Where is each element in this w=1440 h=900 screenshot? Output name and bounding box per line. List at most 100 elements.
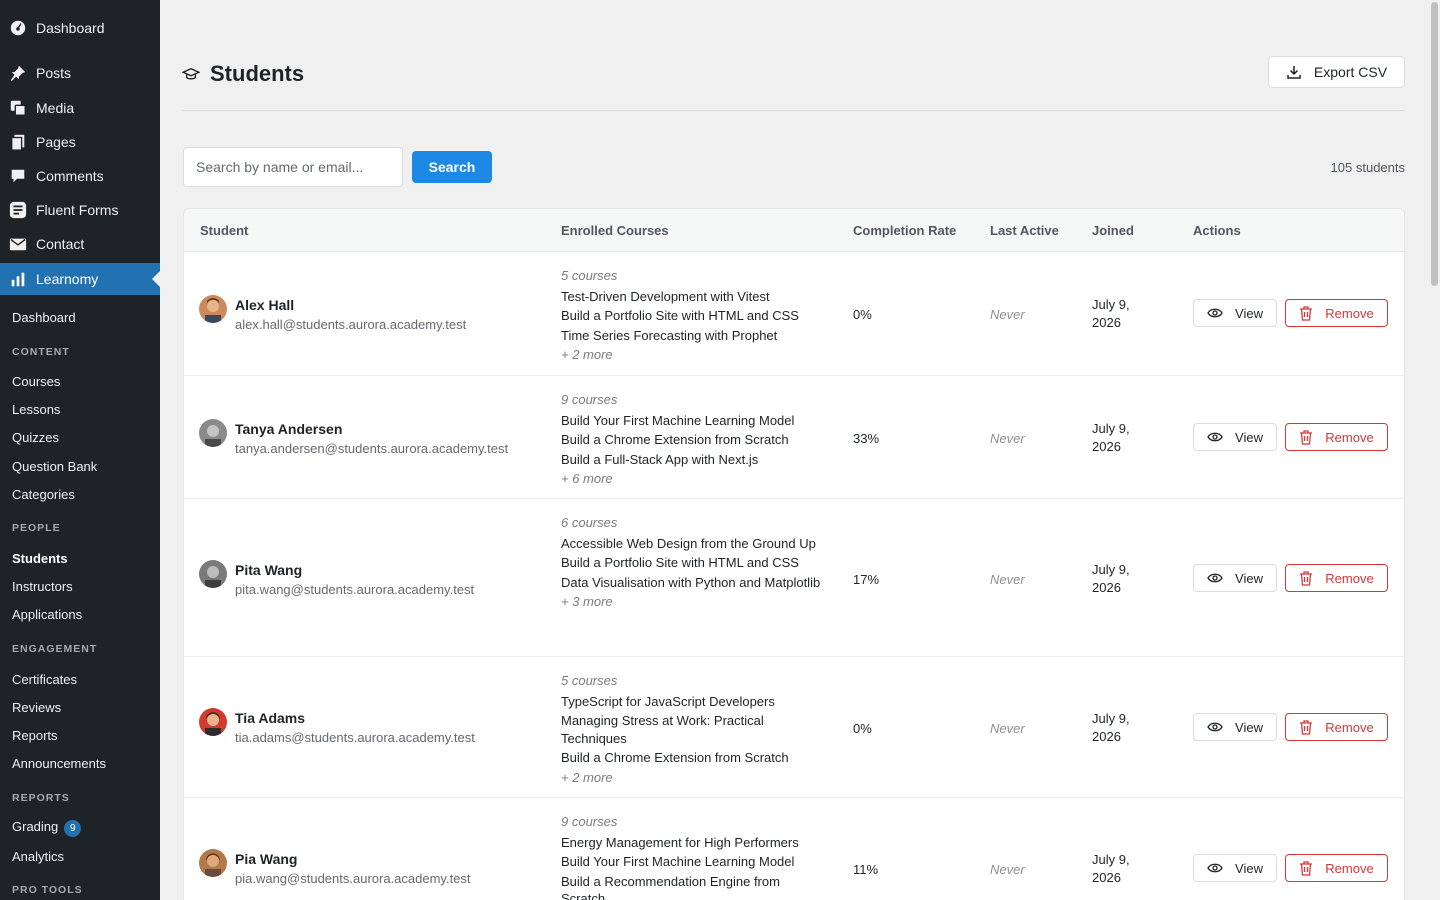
submenu-lessons[interactable]: Lessons bbox=[12, 402, 60, 417]
course-count: 5 courses bbox=[561, 673, 618, 688]
completion-rate: 0% bbox=[853, 721, 872, 736]
download-icon bbox=[1287, 66, 1301, 79]
more-courses[interactable]: + 2 more bbox=[561, 346, 821, 364]
avatar bbox=[199, 560, 227, 588]
view-button[interactable]: View bbox=[1193, 423, 1277, 451]
completion-rate: 17% bbox=[853, 572, 880, 587]
student-name[interactable]: Alex Hall bbox=[235, 297, 294, 313]
menu-fluent-forms[interactable]: Fluent Forms bbox=[0, 193, 160, 227]
last-active: Never bbox=[990, 721, 1025, 736]
avatar bbox=[199, 419, 227, 447]
avatar bbox=[199, 849, 227, 877]
student-name[interactable]: Pia Wang bbox=[235, 851, 298, 867]
page-title: Students bbox=[181, 61, 304, 87]
joined-date: July 9, 2026 bbox=[1092, 421, 1130, 454]
submenu-heading-engagement: ENGAGEMENT bbox=[12, 643, 98, 655]
course-item: Managing Stress at Work: Practical Techn… bbox=[561, 713, 764, 746]
admin-sidebar: Dashboard Posts Media Pages Comments Flu… bbox=[0, 0, 160, 900]
submenu-certificates[interactable]: Certificates bbox=[12, 672, 77, 687]
avatar bbox=[199, 708, 227, 736]
last-active: Never bbox=[990, 307, 1025, 322]
more-courses[interactable]: + 2 more bbox=[561, 769, 821, 787]
mail-icon bbox=[8, 234, 28, 254]
remove-button[interactable]: Remove bbox=[1285, 854, 1388, 882]
column-header-student[interactable]: Student bbox=[200, 223, 248, 238]
trash-icon bbox=[1300, 305, 1313, 321]
submenu-dashboard[interactable]: Dashboard bbox=[12, 310, 76, 325]
last-active: Never bbox=[990, 862, 1025, 877]
student-name[interactable]: Tanya Andersen bbox=[235, 421, 342, 437]
student-name[interactable]: Pita Wang bbox=[235, 562, 302, 578]
menu-dashboard[interactable]: Dashboard bbox=[0, 11, 160, 45]
submenu-instructors[interactable]: Instructors bbox=[12, 579, 73, 594]
column-header-joined[interactable]: Joined bbox=[1092, 223, 1134, 238]
enrolled-courses: 6 courses Accessible Web Design from the… bbox=[561, 514, 821, 611]
course-item: Build a Chrome Extension from Scratch bbox=[561, 432, 789, 447]
submenu-question-bank[interactable]: Question Bank bbox=[12, 459, 97, 474]
table-row: Pita Wang pita.wang@students.aurora.acad… bbox=[184, 499, 1404, 657]
enrolled-courses: 5 courses Test-Driven Development with V… bbox=[561, 267, 821, 364]
main-content: Students Export CSV Search 105 students … bbox=[160, 0, 1428, 900]
submenu-heading-content: CONTENT bbox=[12, 346, 70, 358]
submenu-reports[interactable]: Reports bbox=[12, 728, 58, 743]
student-name[interactable]: Tia Adams bbox=[235, 710, 305, 726]
submenu-heading-people: PEOPLE bbox=[12, 522, 61, 534]
student-email: tanya.andersen@students.aurora.academy.t… bbox=[235, 441, 509, 456]
column-header-actions: Actions bbox=[1193, 223, 1241, 238]
submenu-announcements[interactable]: Announcements bbox=[12, 756, 106, 771]
menu-media[interactable]: Media bbox=[0, 91, 160, 125]
table-row: Alex Hall alex.hall@students.aurora.acad… bbox=[184, 252, 1404, 376]
trash-icon bbox=[1300, 570, 1313, 586]
submenu-courses[interactable]: Courses bbox=[12, 374, 60, 389]
menu-pages[interactable]: Pages bbox=[0, 125, 160, 159]
remove-button[interactable]: Remove bbox=[1285, 423, 1388, 451]
table-row: Tia Adams tia.adams@students.aurora.acad… bbox=[184, 657, 1404, 798]
remove-button[interactable]: Remove bbox=[1285, 299, 1388, 327]
student-email: pita.wang@students.aurora.academy.test bbox=[235, 582, 475, 597]
last-active: Never bbox=[990, 431, 1025, 446]
submenu-reviews[interactable]: Reviews bbox=[12, 700, 61, 715]
course-item: Build a Portfolio Site with HTML and CSS bbox=[561, 555, 799, 570]
remove-button[interactable]: Remove bbox=[1285, 564, 1388, 592]
menu-comments[interactable]: Comments bbox=[0, 159, 160, 193]
menu-contact[interactable]: Contact bbox=[0, 227, 160, 261]
view-button[interactable]: View bbox=[1193, 713, 1277, 741]
view-button[interactable]: View bbox=[1193, 299, 1277, 327]
scrollbar-thumb[interactable] bbox=[1431, 2, 1438, 286]
column-header-courses[interactable]: Enrolled Courses bbox=[561, 223, 669, 238]
eye-icon bbox=[1207, 573, 1223, 583]
more-courses[interactable]: + 6 more bbox=[561, 470, 821, 488]
course-item: Test-Driven Development with Vitest bbox=[561, 288, 770, 304]
menu-posts[interactable]: Posts bbox=[0, 56, 160, 90]
forms-icon bbox=[8, 200, 28, 220]
submenu-categories[interactable]: Categories bbox=[12, 487, 75, 502]
submenu-analytics[interactable]: Analytics bbox=[12, 849, 64, 864]
column-header-last-active[interactable]: Last Active bbox=[990, 223, 1059, 238]
course-count: 5 courses bbox=[561, 268, 618, 283]
comment-icon bbox=[8, 166, 28, 186]
view-button[interactable]: View bbox=[1193, 854, 1277, 882]
course-item: TypeScript for JavaScript Developers bbox=[561, 693, 775, 709]
submenu-quizzes[interactable]: Quizzes bbox=[12, 430, 59, 445]
search-button[interactable]: Search bbox=[412, 151, 492, 183]
submenu-applications[interactable]: Applications bbox=[12, 607, 82, 622]
export-csv-button[interactable]: Export CSV bbox=[1268, 56, 1405, 88]
remove-button[interactable]: Remove bbox=[1285, 713, 1388, 741]
submenu-grading[interactable]: Grading 9 bbox=[12, 819, 82, 837]
student-email: alex.hall@students.aurora.academy.test bbox=[235, 317, 467, 332]
students-table: Student Enrolled Courses Completion Rate… bbox=[183, 208, 1405, 900]
menu-learnomy[interactable]: Learnomy bbox=[0, 263, 160, 295]
submenu-students[interactable]: Students bbox=[12, 551, 68, 566]
course-item: Build a Portfolio Site with HTML and CSS bbox=[561, 308, 799, 323]
trash-icon bbox=[1300, 719, 1313, 735]
search-input[interactable] bbox=[183, 147, 403, 187]
enrolled-courses: 9 courses Energy Management for High Per… bbox=[561, 813, 821, 900]
enrolled-courses: 9 courses Build Your First Machine Learn… bbox=[561, 391, 821, 488]
view-button[interactable]: View bbox=[1193, 564, 1277, 592]
column-header-completion[interactable]: Completion Rate bbox=[853, 223, 956, 238]
page-scrollbar[interactable] bbox=[1428, 0, 1440, 900]
more-courses[interactable]: + 3 more bbox=[561, 593, 821, 611]
student-email: tia.adams@students.aurora.academy.test bbox=[235, 730, 475, 745]
eye-icon bbox=[1207, 308, 1223, 318]
joined-date: July 9, 2026 bbox=[1092, 852, 1130, 885]
